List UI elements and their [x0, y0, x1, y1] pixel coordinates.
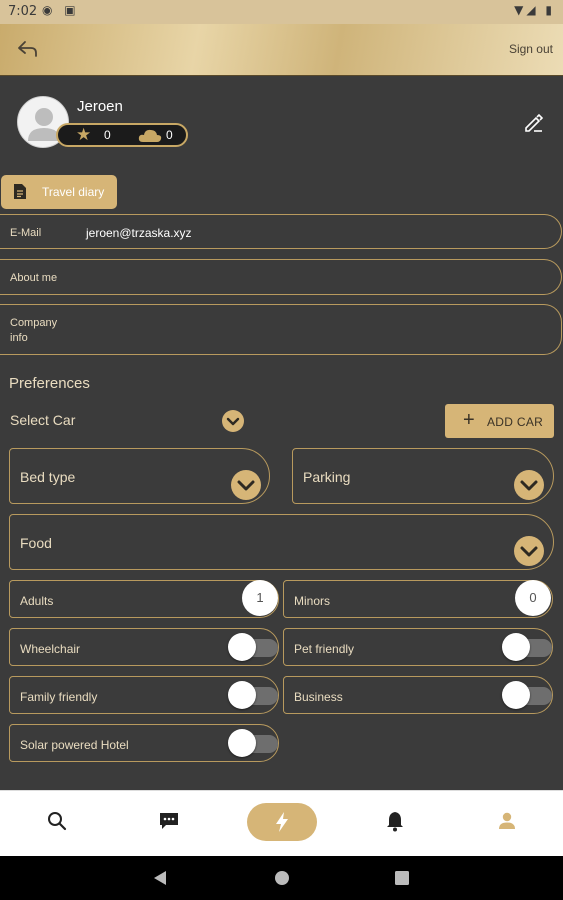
family-friendly-row: Family friendly: [9, 676, 279, 714]
select-car-label[interactable]: Select Car: [10, 412, 75, 428]
travel-diary-label: Travel diary: [42, 185, 105, 199]
travel-diary-button[interactable]: Travel diary: [1, 175, 117, 209]
pet-friendly-row: Pet friendly: [283, 628, 553, 666]
edit-icon[interactable]: [522, 112, 544, 134]
minors-counter[interactable]: Minors 0: [283, 580, 553, 618]
about-me-field[interactable]: About me: [0, 259, 562, 295]
business-label: Business: [294, 690, 343, 704]
bell-icon[interactable]: [383, 809, 407, 833]
person-icon[interactable]: [495, 809, 519, 833]
adults-label: Adults: [20, 594, 54, 608]
food-dropdown[interactable]: Food: [9, 514, 554, 570]
parking-dropdown[interactable]: Parking: [292, 448, 554, 504]
wheelchair-row: Wheelchair: [9, 628, 279, 666]
user-name: Jeroen: [77, 98, 123, 115]
star-icon: ★: [76, 125, 92, 145]
email-label: E-Mail: [10, 227, 42, 239]
food-chevron-icon: [514, 536, 544, 566]
system-navigation-bar: [0, 856, 563, 900]
system-back-icon[interactable]: [152, 870, 168, 886]
system-recents-icon[interactable]: [394, 870, 410, 886]
company-info-label-line2: info: [10, 332, 28, 344]
email-value: jeroen@trzaska.xyz: [86, 226, 192, 240]
stars-count: 0: [104, 128, 111, 142]
pet-friendly-label: Pet friendly: [294, 642, 355, 656]
adults-value[interactable]: 1: [242, 580, 278, 616]
status-notification-icons: ◉ ▣: [42, 3, 80, 17]
status-system-icons: ▼◢ ▮: [514, 3, 555, 17]
email-field[interactable]: E-Mail jeroen@trzaska.xyz: [0, 214, 562, 249]
solar-hotel-row: Solar powered Hotel: [9, 724, 279, 762]
bed-type-dropdown[interactable]: Bed type: [9, 448, 270, 504]
food-label: Food: [20, 535, 52, 551]
solar-hotel-toggle[interactable]: [228, 726, 280, 760]
bottom-navigation: [0, 790, 563, 856]
preferences-heading: Preferences: [9, 375, 90, 392]
solar-hotel-label: Solar powered Hotel: [20, 738, 129, 752]
select-car-chevron-icon[interactable]: [222, 410, 244, 432]
chat-icon[interactable]: [157, 809, 181, 833]
status-bar: 7:02 ◉ ▣ ▼◢ ▮: [0, 0, 563, 24]
sign-out-button[interactable]: Sign out: [509, 42, 553, 56]
business-row: Business: [283, 676, 553, 714]
plus-icon: +: [463, 409, 475, 431]
parking-label: Parking: [303, 469, 351, 485]
document-icon: [14, 184, 26, 199]
user-stats-pill: ★ 0 0: [56, 123, 188, 147]
add-car-button[interactable]: + ADD CAR: [445, 404, 554, 438]
wheelchair-label: Wheelchair: [20, 642, 81, 656]
bolt-icon: [276, 812, 288, 832]
business-toggle[interactable]: [502, 678, 554, 712]
search-icon[interactable]: [45, 809, 69, 833]
add-car-label: ADD CAR: [487, 415, 544, 429]
family-friendly-label: Family friendly: [20, 690, 98, 704]
adults-counter[interactable]: Adults 1: [9, 580, 279, 618]
cloud-count: 0: [166, 128, 173, 142]
system-home-icon[interactable]: [274, 870, 290, 886]
bed-type-chevron-icon: [231, 470, 261, 500]
cloud-icon: [138, 129, 162, 142]
wheelchair-toggle[interactable]: [228, 630, 280, 664]
back-arrow-icon[interactable]: [14, 36, 40, 62]
bed-type-label: Bed type: [20, 469, 76, 485]
parking-chevron-icon: [514, 470, 544, 500]
minors-label: Minors: [294, 594, 331, 608]
minors-value[interactable]: 0: [515, 580, 551, 616]
family-friendly-toggle[interactable]: [228, 678, 280, 712]
app-bar: Sign out: [0, 24, 563, 76]
quick-action-button[interactable]: [247, 803, 317, 841]
company-info-label-line1: Company: [10, 317, 58, 329]
status-time: 7:02: [8, 4, 38, 19]
company-info-field[interactable]: Company info: [0, 304, 562, 355]
pet-friendly-toggle[interactable]: [502, 630, 554, 664]
about-me-label: About me: [10, 272, 58, 284]
